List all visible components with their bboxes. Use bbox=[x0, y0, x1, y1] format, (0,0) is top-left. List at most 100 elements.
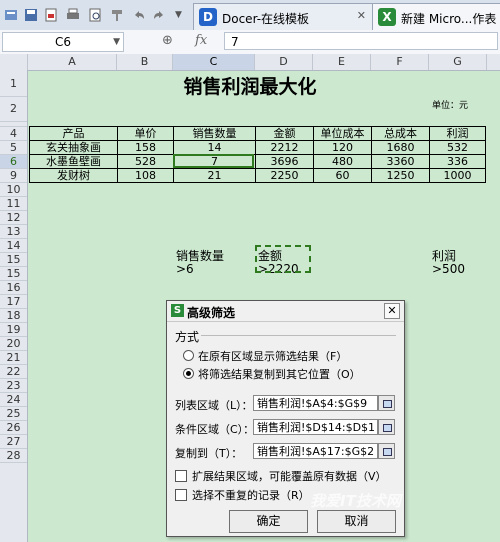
row-header[interactable]: 17 bbox=[0, 295, 27, 309]
row-header[interactable]: 2 bbox=[0, 97, 27, 122]
expand-results-checkbox[interactable] bbox=[175, 470, 187, 482]
row-header[interactable]: 10 bbox=[0, 183, 27, 197]
row-header[interactable]: 14 bbox=[0, 239, 27, 253]
list-range-input[interactable]: 销售利润!$A$4:$G$9 bbox=[253, 395, 378, 411]
function-icon[interactable]: fx bbox=[195, 33, 207, 48]
radio-in-place[interactable] bbox=[183, 350, 194, 361]
criteria-qty-value[interactable]: >6 bbox=[176, 262, 194, 276]
table-cell[interactable]: 1250 bbox=[371, 168, 430, 183]
row-header[interactable]: 11 bbox=[0, 197, 27, 211]
table-cell[interactable]: 60 bbox=[313, 168, 372, 183]
unique-records-label[interactable]: 选择不重复的记录（R） bbox=[192, 487, 310, 503]
option-in-place-label[interactable]: 在原有区域显示筛选结果（F） bbox=[198, 348, 347, 364]
ok-button[interactable]: 确定 bbox=[229, 510, 308, 533]
range-picker-icon[interactable] bbox=[378, 443, 395, 459]
row-header[interactable]: 12 bbox=[0, 211, 27, 225]
format-painter-icon[interactable] bbox=[110, 8, 124, 22]
column-header-e[interactable]: E bbox=[313, 54, 371, 70]
unique-records-checkbox[interactable] bbox=[175, 489, 187, 501]
row-header[interactable]: 16 bbox=[0, 281, 27, 295]
row-header[interactable]: 20 bbox=[0, 337, 27, 351]
tab-workbook[interactable]: X 新建 Micro...作表 bbox=[372, 3, 500, 30]
table-cell[interactable]: 158 bbox=[117, 140, 174, 155]
table-cell[interactable]: 108 bbox=[117, 168, 174, 183]
chevron-down-icon[interactable]: ▼ bbox=[175, 10, 189, 24]
criteria-range-input[interactable]: 销售利润!$D$14:$D$1 bbox=[253, 419, 378, 435]
close-icon[interactable]: ✕ bbox=[357, 9, 366, 22]
name-box[interactable]: C6 ▼ bbox=[2, 32, 124, 52]
row-header[interactable]: 23 bbox=[0, 379, 27, 393]
row-header[interactable]: 21 bbox=[0, 351, 27, 365]
table-cell[interactable]: 336 bbox=[429, 154, 486, 169]
print-icon[interactable] bbox=[66, 8, 80, 22]
header-cell[interactable]: 金额 bbox=[255, 126, 314, 141]
header-cell[interactable]: 单位成本 bbox=[313, 126, 372, 141]
row-header[interactable]: 24 bbox=[0, 393, 27, 407]
row-header[interactable]: 1 bbox=[0, 72, 27, 97]
row-header[interactable]: 26 bbox=[0, 421, 27, 435]
row-header[interactable]: 9 bbox=[0, 169, 27, 183]
redo-icon[interactable] bbox=[152, 8, 166, 22]
column-header-b[interactable]: B bbox=[117, 54, 173, 70]
row-header[interactable]: 27 bbox=[0, 435, 27, 449]
expand-results-label[interactable]: 扩展结果区域，可能覆盖原有数据（V） bbox=[192, 468, 387, 484]
table-cell[interactable]: 532 bbox=[429, 140, 486, 155]
table-cell[interactable]: 3360 bbox=[371, 154, 430, 169]
criteria-profit-value[interactable]: >500 bbox=[432, 262, 465, 276]
undo-icon[interactable] bbox=[132, 8, 146, 22]
sheet-title[interactable]: 销售利润最大化 bbox=[28, 72, 472, 99]
header-cell[interactable]: 单价 bbox=[117, 126, 174, 141]
table-cell[interactable]: 玄关抽象画 bbox=[29, 140, 118, 155]
row-header[interactable]: 18 bbox=[0, 309, 27, 323]
export-pdf-icon[interactable] bbox=[44, 8, 58, 22]
table-cell[interactable]: 528 bbox=[117, 154, 174, 169]
table-cell[interactable]: 21 bbox=[173, 168, 256, 183]
table-cell[interactable]: 14 bbox=[173, 140, 256, 155]
header-cell[interactable]: 总成本 bbox=[371, 126, 430, 141]
table-cell[interactable]: 3696 bbox=[255, 154, 314, 169]
header-cell[interactable]: 销售数量 bbox=[173, 126, 256, 141]
unit-label[interactable]: 单位：元 bbox=[432, 98, 468, 111]
copy-to-input[interactable]: 销售利润!$A$17:$G$2 bbox=[253, 443, 378, 459]
formula-input[interactable]: 7 bbox=[224, 32, 498, 50]
row-header[interactable]: 15 bbox=[0, 267, 27, 281]
table-cell[interactable]: 2212 bbox=[255, 140, 314, 155]
column-header-g[interactable]: G bbox=[429, 54, 487, 70]
header-cell[interactable]: 利润 bbox=[429, 126, 486, 141]
row-header[interactable]: 15 bbox=[0, 253, 27, 267]
tab-docer[interactable]: D Docer-在线模板 ✕ bbox=[193, 3, 373, 30]
row-header[interactable]: 4 bbox=[0, 127, 27, 141]
zoom-icon[interactable]: ⊕ bbox=[162, 33, 173, 48]
chevron-down-icon[interactable]: ▼ bbox=[113, 33, 120, 51]
dialog-header[interactable]: S 高级筛选 ✕ bbox=[167, 301, 404, 322]
table-cell[interactable]: 2250 bbox=[255, 168, 314, 183]
table-cell[interactable]: 水墨鱼壁画 bbox=[29, 154, 118, 169]
header-cell[interactable]: 产品 bbox=[29, 126, 118, 141]
print-preview-icon[interactable] bbox=[88, 8, 102, 22]
table-cell[interactable]: 发财树 bbox=[29, 168, 118, 183]
table-cell[interactable]: 1680 bbox=[371, 140, 430, 155]
close-icon[interactable]: ✕ bbox=[384, 303, 400, 319]
app-menu-icon[interactable] bbox=[4, 8, 18, 22]
save-icon[interactable] bbox=[24, 8, 38, 22]
cancel-button[interactable]: 取消 bbox=[317, 510, 396, 533]
row-header[interactable]: 25 bbox=[0, 407, 27, 421]
table-cell[interactable]: 480 bbox=[313, 154, 372, 169]
row-header[interactable]: 5 bbox=[0, 141, 27, 155]
column-header-f[interactable]: F bbox=[371, 54, 429, 70]
range-picker-icon[interactable] bbox=[378, 419, 395, 435]
column-header-c[interactable]: C bbox=[173, 54, 255, 70]
row-header[interactable]: 6 bbox=[0, 155, 27, 169]
row-header[interactable]: 22 bbox=[0, 365, 27, 379]
table-cell[interactable]: 1000 bbox=[429, 168, 486, 183]
row-header[interactable]: 13 bbox=[0, 225, 27, 239]
table-cell[interactable]: 120 bbox=[313, 140, 372, 155]
row-header[interactable]: 19 bbox=[0, 323, 27, 337]
row-header[interactable]: 28 bbox=[0, 449, 27, 463]
column-header-d[interactable]: D bbox=[255, 54, 313, 70]
column-header-a[interactable]: A bbox=[28, 54, 117, 70]
select-all-corner[interactable] bbox=[0, 54, 28, 70]
range-picker-icon[interactable] bbox=[378, 395, 395, 411]
radio-copy-to[interactable] bbox=[183, 368, 194, 379]
option-copy-label[interactable]: 将筛选结果复制到其它位置（O） bbox=[198, 366, 361, 382]
